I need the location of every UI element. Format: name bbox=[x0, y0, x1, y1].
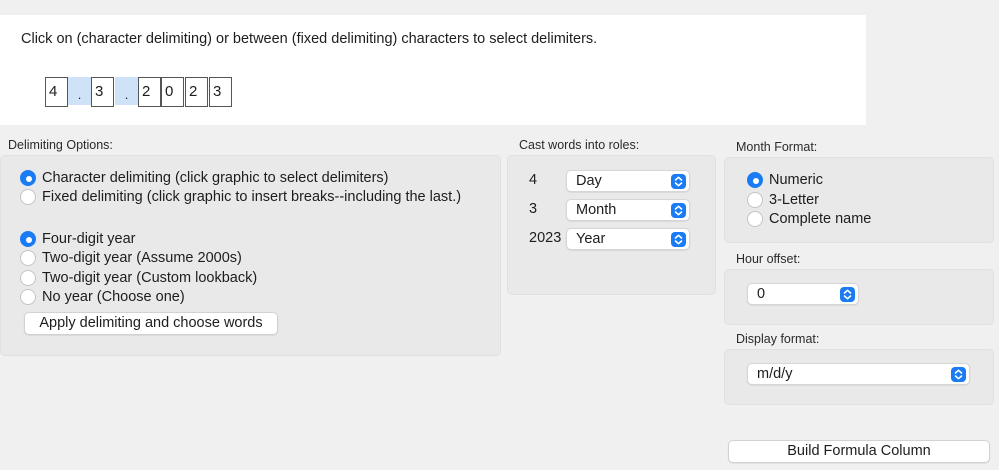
character-graphic-panel: Click on (character delimiting) or betwe… bbox=[0, 15, 866, 125]
radio-month-complete-name[interactable]: Complete name bbox=[747, 209, 871, 229]
radio-label: Character delimiting (click graphic to s… bbox=[42, 170, 389, 186]
chevron-up-down-icon bbox=[671, 203, 686, 218]
role-select-day[interactable]: Day bbox=[566, 170, 690, 192]
select-value: m/d/y bbox=[757, 366, 793, 382]
delimiter-slot[interactable]: . bbox=[115, 77, 138, 105]
radio-label: 3-Letter bbox=[769, 192, 819, 208]
word-value: 3 bbox=[529, 201, 538, 217]
chevron-up-down-icon bbox=[951, 367, 966, 382]
char-box[interactable]: 2 bbox=[138, 77, 161, 107]
chevron-up-down-icon bbox=[671, 232, 686, 247]
radio-indicator[interactable] bbox=[20, 170, 36, 186]
radio-two-digit-year-custom[interactable]: Two-digit year (Custom lookback) bbox=[20, 268, 257, 288]
apply-delimiting-button[interactable]: Apply delimiting and choose words bbox=[24, 312, 278, 335]
radio-indicator[interactable] bbox=[747, 211, 763, 227]
radio-indicator[interactable] bbox=[20, 231, 36, 247]
select-value: 0 bbox=[757, 286, 766, 302]
word-value: 2023 bbox=[529, 230, 562, 246]
hour-offset-label: Hour offset: bbox=[736, 252, 801, 266]
word-value: 4 bbox=[529, 172, 538, 188]
radio-fixed-delimiting[interactable]: Fixed delimiting (click graphic to inser… bbox=[20, 187, 461, 207]
display-format-group: m/d/y bbox=[724, 349, 994, 405]
radio-indicator[interactable] bbox=[20, 250, 36, 266]
role-select-month[interactable]: Month bbox=[566, 199, 690, 221]
radio-label: Complete name bbox=[769, 211, 872, 227]
instruction-text: Click on (character delimiting) or betwe… bbox=[21, 31, 598, 47]
radio-label: Four-digit year bbox=[42, 231, 136, 247]
build-formula-column-button[interactable]: Build Formula Column bbox=[728, 440, 990, 463]
delimiting-options-label: Delimiting Options: bbox=[8, 138, 113, 152]
chevron-up-down-icon bbox=[840, 287, 855, 302]
radio-indicator[interactable] bbox=[747, 172, 763, 188]
month-format-group: Numeric 3-Letter Complete name bbox=[724, 157, 994, 243]
radio-no-year[interactable]: No year (Choose one) bbox=[20, 287, 185, 307]
char-box[interactable]: 3 bbox=[91, 77, 114, 107]
display-format-label: Display format: bbox=[736, 332, 820, 346]
select-value: Month bbox=[576, 202, 617, 218]
radio-indicator[interactable] bbox=[20, 270, 36, 286]
char-box[interactable]: 4 bbox=[45, 77, 68, 107]
char-box[interactable]: 3 bbox=[209, 77, 232, 107]
role-select-year[interactable]: Year bbox=[566, 228, 690, 250]
char-box[interactable]: 2 bbox=[185, 77, 208, 107]
select-value: Year bbox=[576, 231, 606, 247]
hour-offset-select[interactable]: 0 bbox=[747, 283, 859, 305]
radio-label: Two-digit year (Custom lookback) bbox=[42, 270, 258, 286]
char-box[interactable]: 0 bbox=[161, 77, 184, 107]
delimiting-options-group: Character delimiting (click graphic to s… bbox=[0, 155, 501, 356]
hour-offset-group: 0 bbox=[724, 269, 994, 325]
roles-group: 4 Day 3 Month 2023 Year bbox=[507, 155, 716, 295]
display-format-select[interactable]: m/d/y bbox=[747, 363, 970, 385]
radio-four-digit-year[interactable]: Four-digit year bbox=[20, 229, 135, 249]
chevron-up-down-icon bbox=[671, 174, 686, 189]
radio-month-numeric[interactable]: Numeric bbox=[747, 170, 823, 190]
month-format-label: Month Format: bbox=[736, 140, 818, 154]
radio-indicator[interactable] bbox=[20, 289, 36, 305]
radio-label: Numeric bbox=[769, 172, 823, 188]
delimiter-slot[interactable]: . bbox=[68, 77, 91, 105]
radio-month-3-letter[interactable]: 3-Letter bbox=[747, 190, 819, 210]
cast-roles-label: Cast words into roles: bbox=[519, 138, 640, 152]
radio-label: No year (Choose one) bbox=[42, 289, 185, 305]
radio-indicator[interactable] bbox=[20, 189, 36, 205]
radio-character-delimiting[interactable]: Character delimiting (click graphic to s… bbox=[20, 168, 389, 188]
radio-two-digit-year-2000s[interactable]: Two-digit year (Assume 2000s) bbox=[20, 248, 242, 268]
radio-label: Fixed delimiting (click graphic to inser… bbox=[42, 189, 462, 205]
radio-indicator[interactable] bbox=[747, 192, 763, 208]
radio-label: Two-digit year (Assume 2000s) bbox=[42, 250, 242, 266]
select-value: Day bbox=[576, 173, 602, 189]
